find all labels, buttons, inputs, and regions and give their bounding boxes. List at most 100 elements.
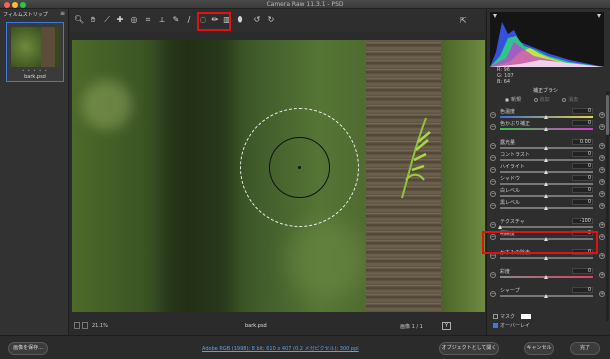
slider-value[interactable]: -100 xyxy=(572,218,593,224)
before-after-toggle[interactable]: Y xyxy=(442,322,451,330)
minus-icon[interactable]: − xyxy=(490,167,496,173)
straighten-icon[interactable]: ⟂ xyxy=(157,15,167,25)
slider-label: 白レベル xyxy=(500,188,521,194)
brush-mode-radios: 新規 追加 消去 xyxy=(505,96,589,103)
plus-icon[interactable]: + xyxy=(599,155,605,161)
image-canvas[interactable] xyxy=(72,40,485,312)
slider-thumb[interactable] xyxy=(498,225,502,229)
zoom-icon[interactable]: 🔍︎ xyxy=(74,15,84,25)
filmstrip-thumbnail[interactable]: • • • • • bark.psd xyxy=(6,22,64,82)
crop-icon[interactable]: ⌗ xyxy=(143,15,153,25)
filmstrip-title: フィルムストリップ xyxy=(3,12,48,18)
spot-removal-icon[interactable]: ✎ xyxy=(171,15,181,25)
b-value: 64 xyxy=(503,79,511,85)
export-icon[interactable]: ⇱ xyxy=(460,16,467,25)
plus-icon[interactable]: + xyxy=(599,272,605,278)
slider-thumb[interactable] xyxy=(544,170,548,174)
minus-icon[interactable]: − xyxy=(490,222,496,228)
done-button[interactable]: 完了 xyxy=(570,342,600,355)
minus-icon[interactable]: − xyxy=(490,203,496,209)
overlay-toggle[interactable]: オーバーレイ xyxy=(493,322,530,329)
minus-icon[interactable]: − xyxy=(490,155,496,161)
slider-value[interactable]: 0 xyxy=(572,151,593,157)
slider-thumb[interactable] xyxy=(544,158,548,162)
slider-thumb[interactable] xyxy=(544,194,548,198)
zoom-in-button[interactable] xyxy=(82,322,88,329)
slider-value[interactable]: 0 xyxy=(572,175,593,181)
slider-track[interactable] xyxy=(500,226,593,228)
slider-value[interactable]: 0 xyxy=(572,163,593,169)
plus-icon[interactable]: + xyxy=(599,124,605,130)
slider-thumb[interactable] xyxy=(544,182,548,186)
minus-icon[interactable]: − xyxy=(490,143,496,149)
slider-saturation[interactable]: − 彩度 0 + xyxy=(487,268,605,282)
plus-icon[interactable]: + xyxy=(599,191,605,197)
plus-icon[interactable]: + xyxy=(599,203,605,209)
overlay-label: オーバーレイ xyxy=(500,323,530,329)
slider-label: シャープ xyxy=(500,288,520,294)
targeted-adjust-icon[interactable]: ◎ xyxy=(129,15,139,25)
white-balance-icon[interactable]: ⟋ xyxy=(102,15,112,25)
minus-icon[interactable]: − xyxy=(490,124,496,130)
minus-icon[interactable]: − xyxy=(490,191,496,197)
plus-icon[interactable]: + xyxy=(599,222,605,228)
slider-value[interactable]: 0 xyxy=(572,287,593,293)
plus-icon[interactable]: + xyxy=(599,179,605,185)
title-bar: Camera Raw 11.3.1 - PSD xyxy=(0,0,610,9)
plus-icon[interactable]: + xyxy=(599,253,605,259)
red-eye-icon[interactable]: ∕ xyxy=(184,15,194,25)
slider-value[interactable]: 0 xyxy=(572,108,593,114)
slider-thumb[interactable] xyxy=(544,115,548,119)
color-sampler-icon[interactable]: ✚ xyxy=(115,15,125,25)
mask-color-swatch[interactable] xyxy=(520,314,531,319)
slider-label: 色温度 xyxy=(500,109,516,115)
slider-thumb[interactable] xyxy=(544,146,548,150)
mode-erase-radio[interactable]: 消去 xyxy=(562,96,578,103)
zoom-level[interactable]: 21.1% xyxy=(92,323,108,329)
panel-scrollbar[interactable] xyxy=(606,91,609,321)
status-bar: 21.1% bark.psd 画像 1 / 1 Y xyxy=(70,320,484,332)
overlay-checkbox[interactable] xyxy=(493,323,498,328)
slider-blacks[interactable]: − 黒レベル 0 + xyxy=(487,199,605,213)
mode-add-radio[interactable]: 追加 xyxy=(533,96,550,103)
workflow-options-link[interactable]: Adobe RGB (1998); 8 bit; 610 x 407 (0.2 … xyxy=(202,345,359,352)
hand-icon[interactable]: ✋︎ xyxy=(88,15,98,25)
open-object-button[interactable]: オブジェクトとして開く xyxy=(439,342,499,355)
preferences-icon[interactable]: ⬮ xyxy=(235,15,245,25)
plus-icon[interactable]: + xyxy=(599,234,605,240)
cancel-button[interactable]: キャンセル xyxy=(524,342,554,355)
b-label: B: xyxy=(497,79,503,85)
minus-icon[interactable]: − xyxy=(490,291,496,297)
filmstrip-menu-icon[interactable]: ≡ xyxy=(60,10,65,17)
slider-value[interactable]: 0 xyxy=(572,120,593,126)
rotate-right-icon[interactable]: ↻ xyxy=(266,15,276,25)
slider-value[interactable]: 0 xyxy=(572,187,593,193)
slider-thumb[interactable] xyxy=(544,206,548,210)
slider-sharpness[interactable]: − シャープ 0 + xyxy=(487,287,605,301)
rating-dots[interactable]: • • • • • xyxy=(7,68,63,73)
plus-icon[interactable]: + xyxy=(599,112,605,118)
window-title: Camera Raw 11.3.1 - PSD xyxy=(266,1,344,8)
slider-thumb[interactable] xyxy=(544,256,548,260)
slider-thumb[interactable] xyxy=(544,275,548,279)
thumbnail-image xyxy=(11,27,59,67)
slider-thumb[interactable] xyxy=(544,294,548,298)
plus-icon[interactable]: + xyxy=(599,143,605,149)
slider-tint[interactable]: − 色かぶり補正 0 + xyxy=(487,120,605,134)
slider-label: コントラスト xyxy=(500,152,530,158)
slider-thumb[interactable] xyxy=(544,127,548,131)
minus-icon[interactable]: − xyxy=(490,272,496,278)
slider-value[interactable]: 0 xyxy=(572,268,593,274)
slider-value[interactable]: 0.00 xyxy=(572,139,593,145)
mask-checkbox[interactable] xyxy=(493,314,498,319)
minus-icon[interactable]: − xyxy=(490,112,496,118)
slider-value[interactable]: 0 xyxy=(572,199,593,205)
mode-new-radio[interactable]: 新規 xyxy=(505,96,521,103)
rotate-left-icon[interactable]: ↺ xyxy=(252,15,262,25)
minus-icon[interactable]: − xyxy=(490,179,496,185)
save-image-button[interactable]: 画像を保存... xyxy=(8,342,48,355)
plus-icon[interactable]: + xyxy=(599,167,605,173)
plus-icon[interactable]: + xyxy=(599,291,605,297)
mask-toggle[interactable]: マスク xyxy=(493,313,531,320)
zoom-out-button[interactable] xyxy=(74,322,80,329)
